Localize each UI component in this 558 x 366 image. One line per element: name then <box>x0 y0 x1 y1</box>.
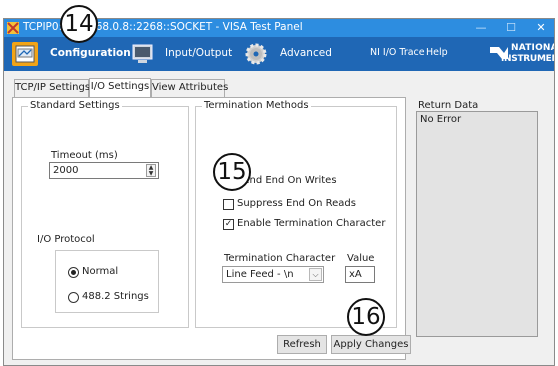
termination-character-value: Line Feed - \n <box>226 269 294 280</box>
timeout-label: Timeout (ms) <box>51 150 118 161</box>
radio-normal-label[interactable]: Normal <box>82 266 118 277</box>
callout-16: 16 <box>347 298 385 336</box>
callout-15: 15 <box>213 153 251 191</box>
chevron-down-icon[interactable]: ⌵ <box>309 268 322 281</box>
termination-value: xA <box>349 269 362 280</box>
timeout-field[interactable]: 2000 <box>49 162 159 179</box>
enable-termination-checkbox[interactable]: ✓ <box>223 219 234 230</box>
tab-view-attributes[interactable]: View Attributes <box>151 79 228 97</box>
termination-value-field[interactable]: xA <box>345 266 375 283</box>
tab-tcpip-settings[interactable]: TCP/IP Settings <box>14 79 90 97</box>
input-output-label[interactable]: Input/Output <box>165 47 232 59</box>
termination-character-label: Termination Character <box>224 253 336 264</box>
minimize-button[interactable]: — <box>466 19 496 37</box>
io-protocol-group <box>55 250 159 313</box>
maximize-button[interactable]: ☐ <box>496 19 526 37</box>
timeout-spinner[interactable]: ▲ ▼ <box>146 164 156 177</box>
io-protocol-label: I/O Protocol <box>37 234 95 245</box>
close-button[interactable]: ✕ <box>526 19 554 37</box>
radio-normal[interactable] <box>68 267 79 278</box>
configuration-button[interactable] <box>12 42 38 66</box>
return-data-box: No Error <box>416 111 538 337</box>
suppress-end-checkbox[interactable] <box>223 199 234 210</box>
logo-line-1: NATIONAL <box>511 43 554 53</box>
radio-4882-strings[interactable] <box>68 292 79 303</box>
gear-icon[interactable] <box>244 42 268 66</box>
standard-settings-title: Standard Settings <box>28 100 122 111</box>
suppress-end-label[interactable]: Suppress End On Reads <box>237 198 356 209</box>
configuration-icon <box>15 45 35 63</box>
configuration-label[interactable]: Configuration <box>50 47 131 59</box>
app-icon <box>7 22 19 34</box>
enable-termination-label[interactable]: Enable Termination Character <box>237 218 385 229</box>
help-link[interactable]: Help <box>426 47 448 58</box>
return-data-label: Return Data <box>418 100 479 111</box>
tab-io-settings[interactable]: I/O Settings <box>89 78 151 98</box>
national-instruments-logo: NATIONAL INSTRUMENTS <box>490 41 554 67</box>
callout-14: 14 <box>60 5 98 43</box>
timeout-value: 2000 <box>53 165 79 176</box>
advanced-label[interactable]: Advanced <box>280 47 332 59</box>
radio-4882-label[interactable]: 488.2 Strings <box>82 291 149 302</box>
value-label: Value <box>347 253 375 264</box>
refresh-button[interactable]: Refresh <box>277 335 327 354</box>
return-data-text: No Error <box>420 114 462 125</box>
input-output-icon[interactable] <box>131 44 154 64</box>
checkmark-icon: ✓ <box>224 219 233 229</box>
main-toolbar: Configuration Input/Output Advanced NI I… <box>4 37 554 71</box>
apply-changes-button[interactable]: Apply Changes <box>331 335 411 354</box>
termination-methods-title: Termination Methods <box>202 100 311 111</box>
ni-io-trace-link[interactable]: NI I/O Trace <box>370 47 425 58</box>
send-end-label[interactable]: Send End On Writes <box>237 175 337 186</box>
spin-down-icon[interactable]: ▼ <box>147 170 155 177</box>
termination-methods-group <box>195 106 397 328</box>
logo-line-2: INSTRUMENTS <box>501 54 554 64</box>
visa-test-panel-window: TCPIP0::192.168.0.8::2268::SOCKET - VISA… <box>3 18 555 366</box>
